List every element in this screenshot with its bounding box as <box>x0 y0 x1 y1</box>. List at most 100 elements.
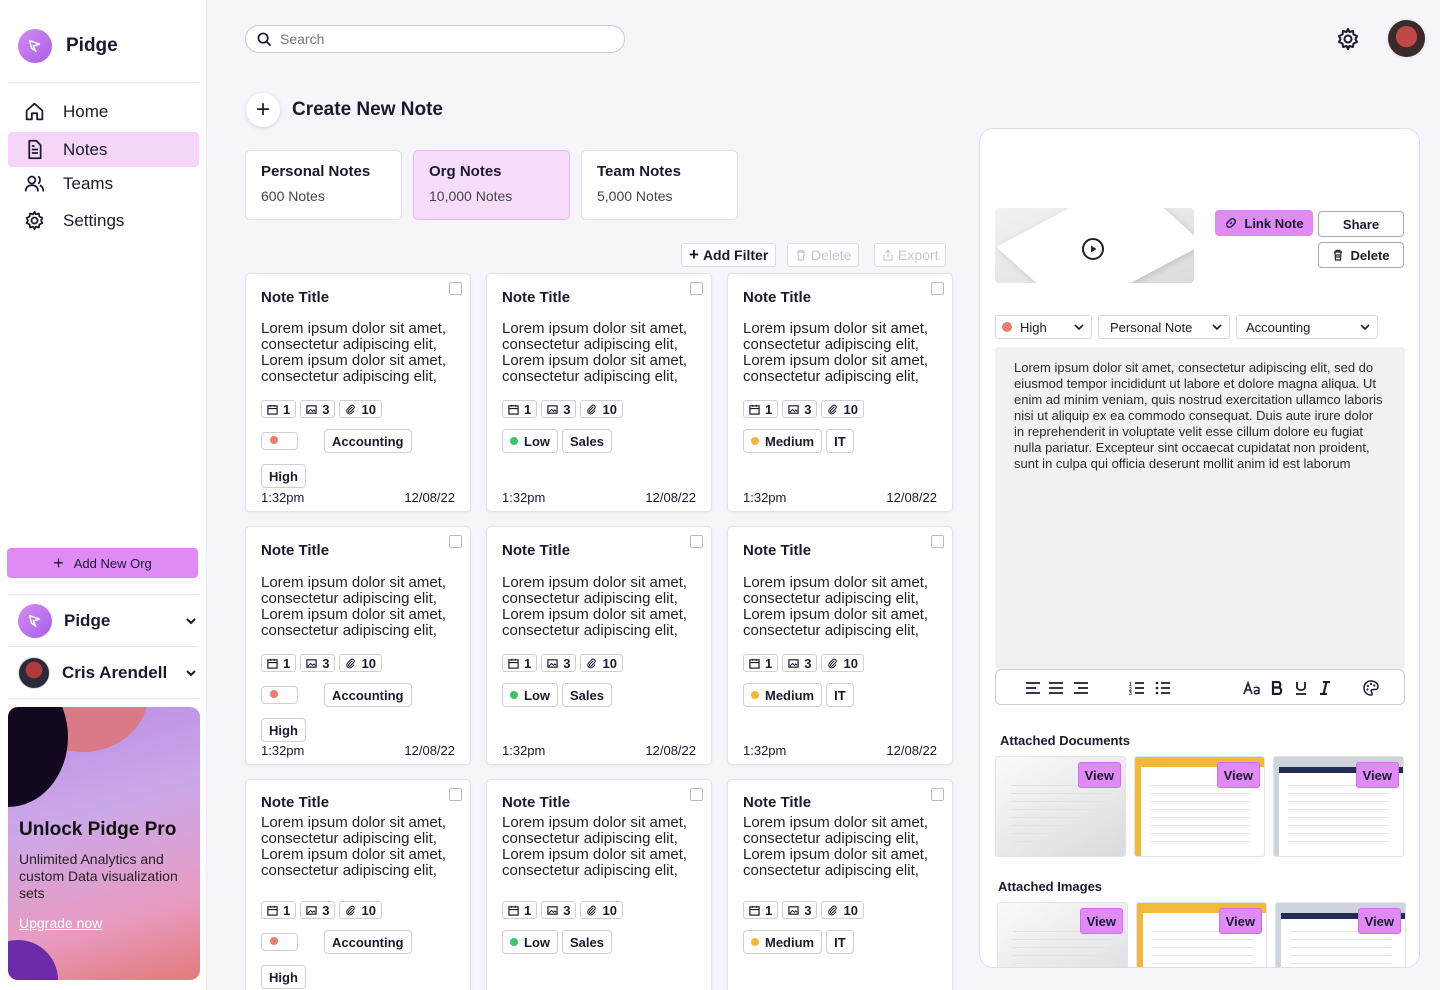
align-left-icon[interactable] <box>1024 679 1042 697</box>
note-card[interactable]: Note Title Lorem ipsum dolor sit amet, co… <box>727 779 953 990</box>
nav-item-home[interactable]: Home <box>8 94 199 129</box>
note-checkbox[interactable] <box>931 535 944 548</box>
panel-delete-button[interactable]: Delete <box>1318 242 1404 268</box>
note-meta: 1 3 10 <box>261 654 382 672</box>
attachment-count: 10 <box>843 401 858 417</box>
image-count-chip: 3 <box>300 654 336 672</box>
note-checkbox[interactable] <box>690 788 703 801</box>
view-button[interactable]: View <box>1357 908 1401 934</box>
link-note-button[interactable]: Link Note <box>1215 210 1313 236</box>
priority-select[interactable]: High <box>995 315 1092 339</box>
brand[interactable]: Pidge <box>18 29 118 63</box>
note-type-select[interactable]: Personal Note <box>1098 315 1230 339</box>
note-checkbox[interactable] <box>449 282 462 295</box>
image-icon <box>306 658 317 668</box>
view-button[interactable]: View <box>1355 762 1399 788</box>
priority-toggle[interactable] <box>261 933 298 951</box>
note-card[interactable]: Note Title Lorem ipsum dolor sit amet, co… <box>245 779 471 990</box>
note-card[interactable]: Note Title Lorem ipsum dolor sit amet, co… <box>245 526 471 765</box>
attachment-count: 10 <box>361 902 376 918</box>
tab-title: Team Notes <box>597 163 681 180</box>
italic-icon[interactable] <box>1316 679 1334 697</box>
note-card[interactable]: Note Title Lorem ipsum dolor sit amet, co… <box>245 273 471 512</box>
view-button[interactable]: View <box>1079 908 1123 934</box>
settings-gear-icon[interactable] <box>1336 27 1360 51</box>
view-button[interactable]: View <box>1216 762 1260 788</box>
nav-item-notes[interactable]: Notes <box>8 132 199 167</box>
note-checkbox[interactable] <box>931 788 944 801</box>
search-input[interactable] <box>280 31 600 47</box>
nav-item-settings[interactable]: Settings <box>8 203 199 238</box>
priority-dot <box>270 436 278 444</box>
view-button[interactable]: View <box>1077 762 1121 788</box>
note-checkbox[interactable] <box>931 282 944 295</box>
profile-avatar[interactable] <box>1386 18 1427 59</box>
chevron-down-icon <box>1074 324 1084 331</box>
note-card[interactable]: Note Title Lorem ipsum dolor sit amet, co… <box>486 273 712 512</box>
note-editor[interactable]: Lorem ipsum dolor sit amet, consectetur … <box>995 347 1405 669</box>
image-count-chip: 3 <box>782 400 818 418</box>
priority-value: High <box>1020 319 1047 335</box>
font-size-icon[interactable] <box>1243 679 1261 697</box>
create-new-note-button[interactable]: + Create New Note <box>246 93 443 127</box>
add-new-org-button[interactable]: + Add New Org <box>7 548 198 578</box>
align-center-icon[interactable] <box>1047 679 1065 697</box>
note-title: Note Title <box>743 542 812 559</box>
note-time: 1:32pm <box>502 490 546 505</box>
category-label: Sales <box>570 934 604 950</box>
note-checkbox[interactable] <box>690 282 703 295</box>
user-switcher[interactable]: Cris Arendell <box>18 657 198 689</box>
color-palette-icon[interactable] <box>1362 679 1380 697</box>
add-filter-button[interactable]: + Add Filter <box>681 243 777 267</box>
align-right-icon[interactable] <box>1072 679 1090 697</box>
note-card[interactable]: Note Title Lorem ipsum dolor sit amet, co… <box>486 526 712 765</box>
priority-toggle[interactable] <box>261 686 298 704</box>
category-select[interactable]: Accounting <box>1236 315 1378 339</box>
thumbnail-content <box>1291 928 1391 967</box>
view-button[interactable]: View <box>1218 908 1262 934</box>
note-checkbox[interactable] <box>449 535 462 548</box>
org-switcher[interactable]: Pidge <box>18 604 198 638</box>
attached-image-thumbnail[interactable]: View <box>1136 902 1267 967</box>
attached-image-thumbnail[interactable]: View <box>1275 902 1406 967</box>
tab-team-notes[interactable]: Team Notes 5,000 Notes <box>581 150 738 220</box>
attachment-icon <box>587 905 597 915</box>
delete-button[interactable]: Delete <box>787 243 860 267</box>
note-title: Note Title <box>261 289 330 306</box>
attached-image-thumbnail[interactable]: View <box>997 902 1128 967</box>
nav-item-teams[interactable]: Teams <box>8 166 199 201</box>
image-count: 3 <box>322 401 330 417</box>
attached-document-thumbnail[interactable]: View <box>995 756 1126 857</box>
date-count: 1 <box>524 902 532 918</box>
attached-document-thumbnail[interactable]: View <box>1273 756 1404 857</box>
pidge-logo-icon <box>18 29 52 63</box>
priority-tag: Low <box>502 930 558 954</box>
note-card[interactable]: Note Title Lorem ipsum dolor sit amet, co… <box>486 779 712 990</box>
note-date: 12/08/22 <box>645 743 696 758</box>
attached-document-thumbnail[interactable]: View <box>1134 756 1265 857</box>
plus-icon: + <box>246 93 280 127</box>
bullet-list-icon[interactable] <box>1154 679 1172 697</box>
divider <box>8 82 198 83</box>
video-preview[interactable] <box>995 208 1194 283</box>
upgrade-link[interactable]: Upgrade now <box>19 915 102 931</box>
note-checkbox[interactable] <box>690 535 703 548</box>
note-card[interactable]: Note Title Lorem ipsum dolor sit amet, co… <box>727 526 953 765</box>
search-bar[interactable] <box>245 25 625 53</box>
priority-toggle[interactable] <box>261 432 298 450</box>
date-count: 1 <box>765 401 773 417</box>
underline-icon[interactable] <box>1292 679 1310 697</box>
play-icon[interactable] <box>1082 238 1104 260</box>
note-body-text[interactable]: Lorem ipsum dolor sit amet, consectetur … <box>1014 360 1384 472</box>
calendar-icon <box>749 905 760 916</box>
export-button[interactable]: Export <box>874 243 947 267</box>
bold-icon[interactable] <box>1268 679 1286 697</box>
promo-text: Unlimited Analytics and custom Data visu… <box>19 851 178 901</box>
note-card[interactable]: Note Title Lorem ipsum dolor sit amet, co… <box>727 273 953 512</box>
tab-personal-notes[interactable]: Personal Notes 600 Notes <box>245 150 402 220</box>
category-tag: Sales <box>562 429 612 453</box>
share-button[interactable]: Share <box>1318 211 1404 237</box>
note-checkbox[interactable] <box>449 788 462 801</box>
tab-org-notes[interactable]: Org Notes 10,000 Notes <box>413 150 570 220</box>
numbered-list-icon[interactable]: 123 <box>1128 679 1146 697</box>
